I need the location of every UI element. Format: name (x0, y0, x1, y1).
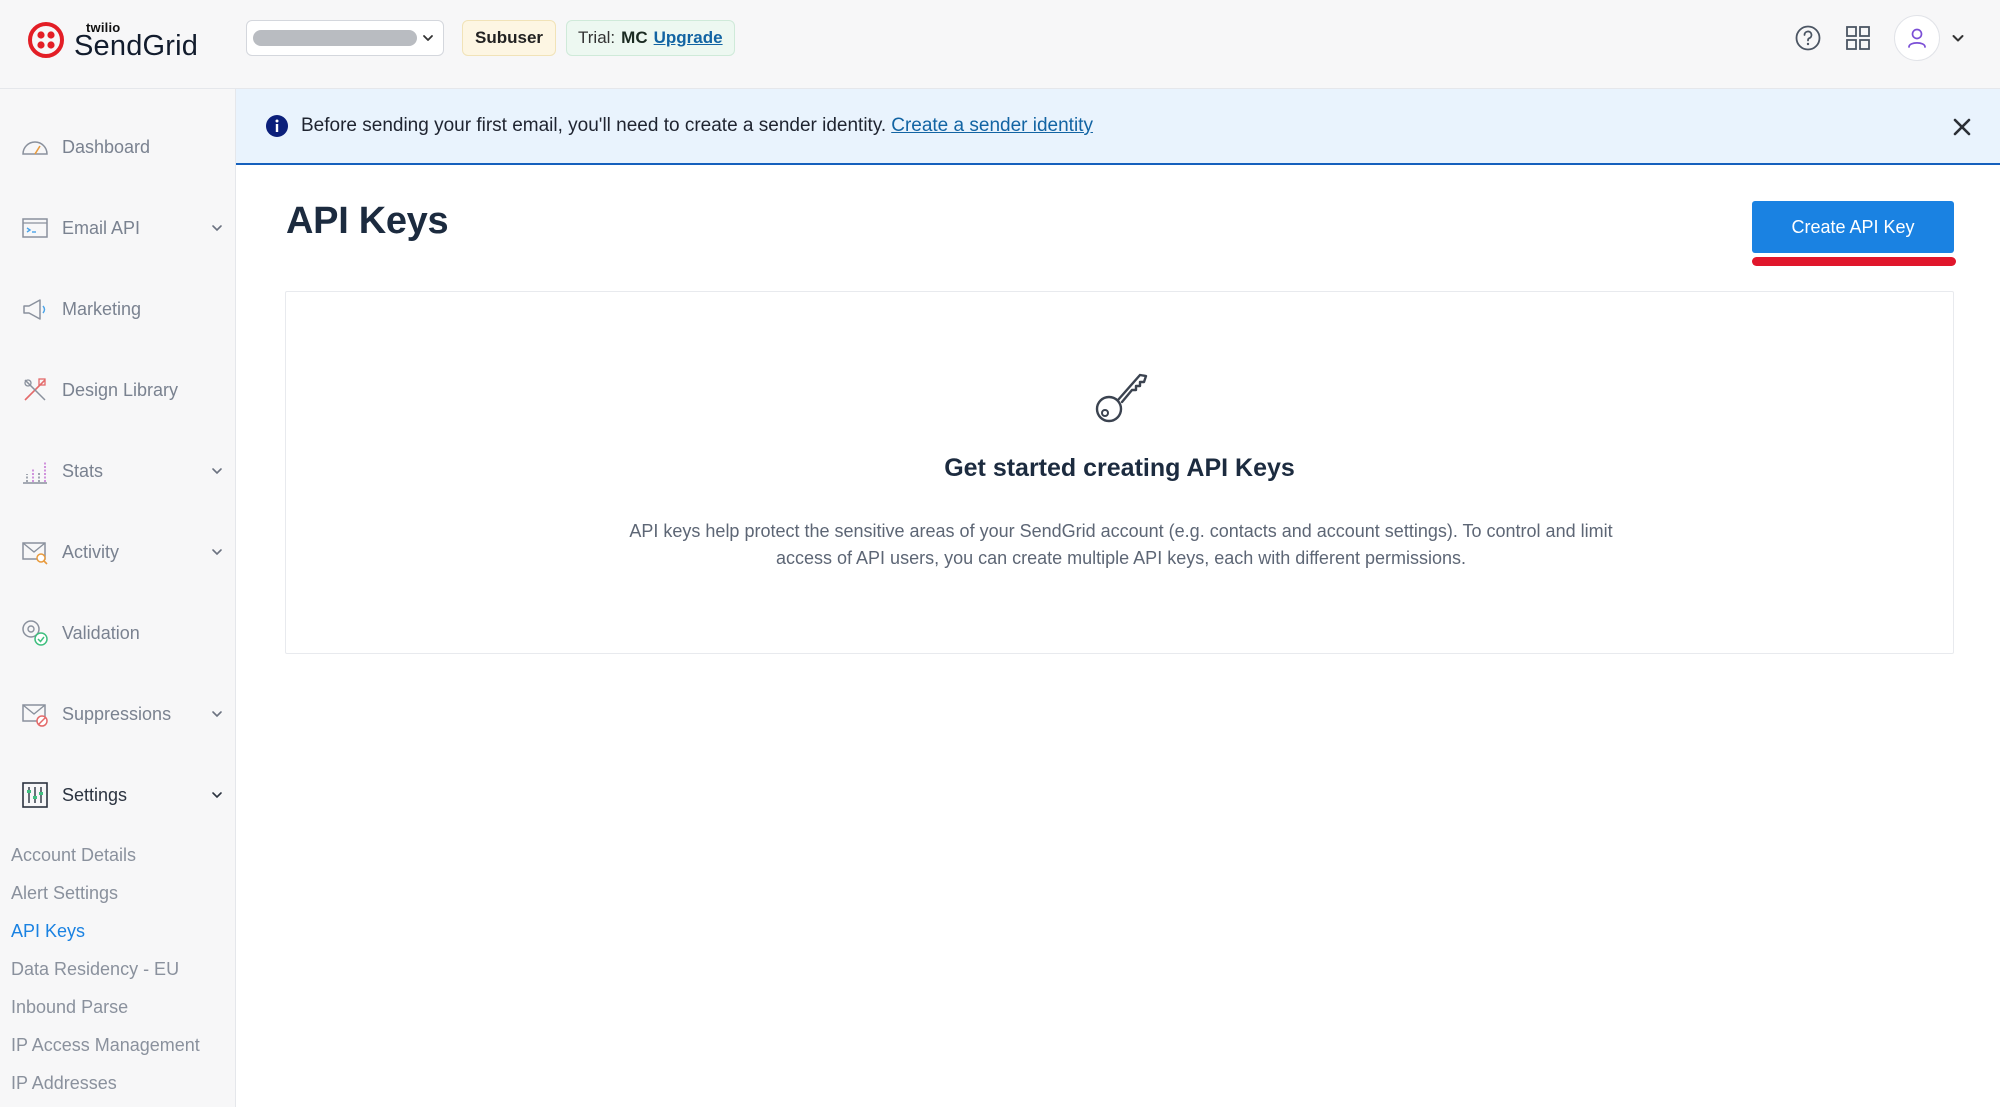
email-api-icon (22, 218, 48, 238)
subuser-badge: Subuser (462, 20, 557, 56)
sidebar-item-settings[interactable]: Settings (0, 765, 236, 825)
sidebar-subitem-alert-settings[interactable]: Alert Settings (11, 883, 118, 904)
info-icon (266, 115, 288, 137)
sidebar-item-label: Suppressions (62, 703, 172, 724)
sidebar-nav: Dashboard Email API Marketing Design Lib… (0, 89, 236, 1107)
logo-sendgrid-text: SendGrid (74, 30, 199, 62)
sidebar-item-label: Settings (62, 784, 128, 805)
sidebar-item-label: Validation (62, 622, 140, 643)
sidebar-item-email-api[interactable]: Email API (0, 198, 236, 258)
notice-text: Before sending your first email, you'll … (301, 115, 887, 136)
create-api-key-button[interactable]: Create API Key (1752, 201, 1954, 253)
sidebar-item-stats[interactable]: Stats (0, 441, 236, 501)
trial-badge: Trial: MC Upgrade (566, 20, 735, 56)
chevron-down-icon (212, 225, 222, 232)
sidebar-item-marketing[interactable]: Marketing (0, 279, 236, 339)
sidebar-subitem-inbound-parse[interactable]: Inbound Parse (11, 997, 128, 1018)
chevron-down-icon (212, 549, 222, 556)
sidebar-item-label: Design Library (62, 379, 179, 400)
user-icon (1908, 28, 1926, 48)
top-bar: twilio SendGrid Subuser Trial: MC Upgrad… (0, 0, 2000, 89)
sidebar-subitem-api-keys[interactable]: API Keys (11, 921, 85, 942)
dashboard-icon (22, 141, 48, 155)
sidebar-item-activity[interactable]: Activity (0, 522, 236, 582)
apps-grid-icon[interactable] (1844, 24, 1872, 52)
sidebar-item-dashboard[interactable]: Dashboard (0, 117, 236, 177)
chevron-down-icon[interactable] (1950, 30, 1966, 46)
sidebar-item-label: Dashboard (62, 136, 151, 157)
chevron-down-icon (212, 711, 222, 718)
sidebar-subitem-ip-access-management[interactable]: IP Access Management (11, 1035, 200, 1056)
create-sender-identity-link[interactable]: Create a sender identity (891, 115, 1093, 137)
sidebar-item-design-library[interactable]: Design Library (0, 360, 236, 420)
help-icon[interactable] (1794, 24, 1822, 52)
design-library-icon (24, 378, 46, 401)
annotation-underline (1752, 257, 1956, 266)
sidebar-subitem-data-residency[interactable]: Data Residency - EU (11, 959, 179, 980)
suppressions-icon (22, 704, 48, 727)
empty-state-description: API keys help protect the sensitive area… (629, 521, 1613, 568)
sidebar-item-label: Email API (62, 217, 141, 238)
stats-icon (23, 461, 47, 484)
chevron-down-icon (212, 468, 222, 475)
empty-state-title: Get started creating API Keys (944, 454, 1295, 482)
close-icon[interactable] (1950, 115, 1974, 139)
page-title: API Keys (286, 200, 449, 242)
sidebar-item-label: Activity (62, 541, 120, 562)
settings-icon (22, 782, 48, 808)
sidebar-item-label: Marketing (62, 298, 142, 319)
chevron-down-icon (423, 35, 433, 41)
chevron-down-icon (212, 792, 222, 799)
sidebar-subitem-ip-addresses[interactable]: IP Addresses (11, 1073, 117, 1094)
activity-icon (22, 542, 48, 565)
sidebar-item-validation[interactable]: Validation (0, 603, 236, 663)
sender-identity-notice: Before sending your first email, you'll … (236, 89, 2000, 165)
megaphone-icon (23, 299, 46, 320)
key-icon (1095, 373, 1148, 423)
user-avatar-button[interactable] (1894, 15, 1940, 61)
account-selector[interactable] (246, 20, 444, 56)
trial-label: Trial: (578, 28, 616, 47)
twilio-logo-icon (28, 22, 64, 58)
validation-icon (22, 620, 48, 646)
sidebar-item-label: Stats (62, 460, 104, 481)
account-name-redacted (253, 30, 417, 46)
trial-plan: MC (621, 28, 648, 47)
sendgrid-logo[interactable]: twilio SendGrid (28, 18, 198, 62)
upgrade-link[interactable]: Upgrade (654, 28, 723, 48)
empty-state-card: Get started creating API Keys API keys h… (285, 291, 1954, 654)
sidebar-item-suppressions[interactable]: Suppressions (0, 684, 236, 744)
sidebar-subitem-account-details[interactable]: Account Details (11, 845, 136, 866)
